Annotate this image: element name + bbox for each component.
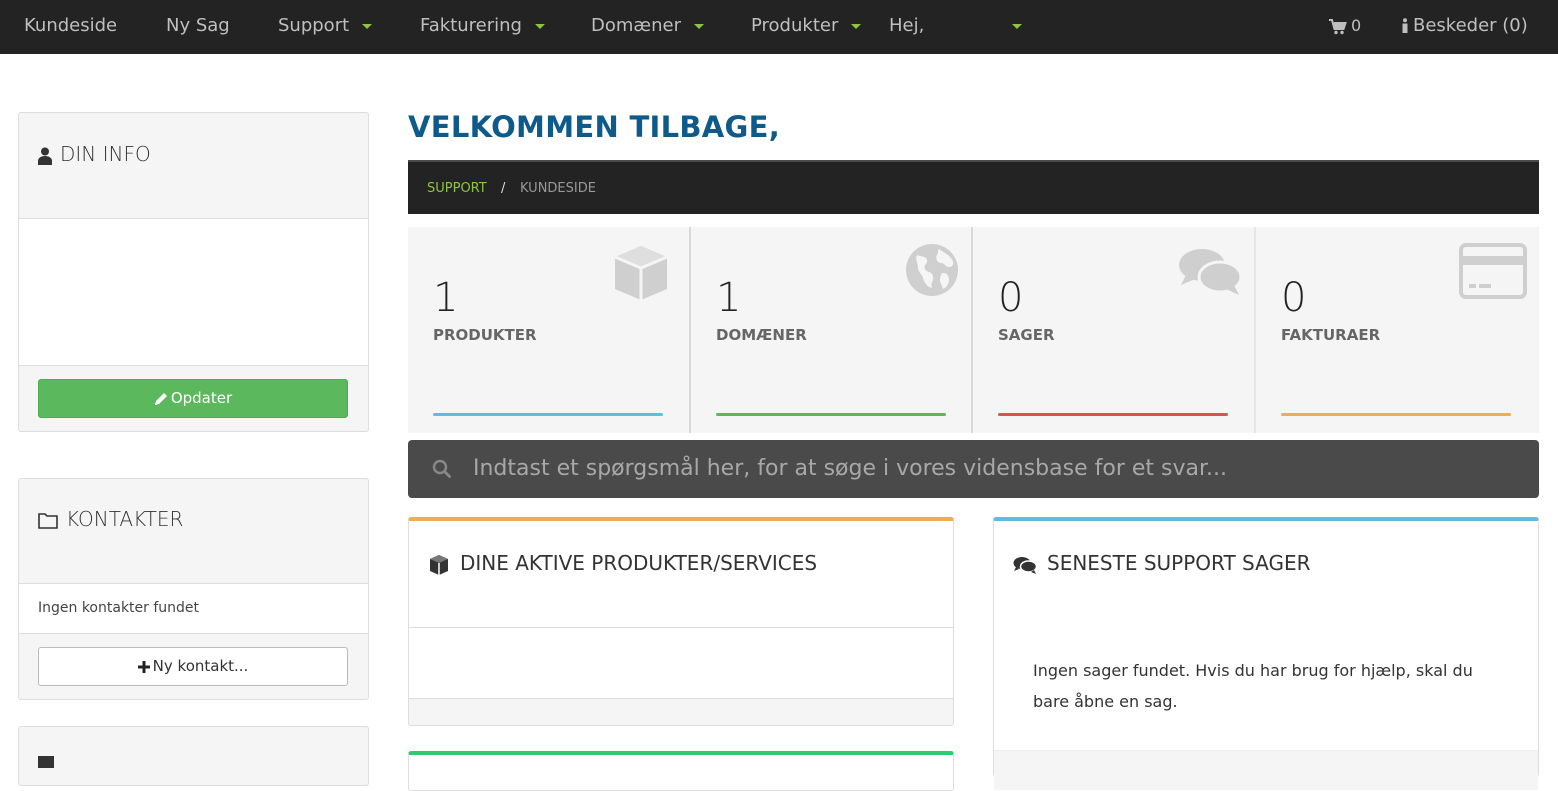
nav-billing-label: Fakturering (420, 15, 522, 36)
contacts-panel-header: KONTAKTER (38, 507, 387, 531)
recent-tickets-footer (994, 750, 1538, 790)
active-products-title: DINE AKTIVE PRODUKTER/SERVICES (460, 551, 818, 575)
nav-products-label: Produkter (751, 15, 839, 36)
nav-new-ticket[interactable]: Ny Sag (166, 0, 230, 54)
cart-count: 0 (1351, 16, 1362, 35)
knowledgebase-search[interactable]: Indtast et spørgsmål her, for at søge i … (408, 440, 1539, 498)
invoices-bar (1281, 413, 1511, 416)
nav-home[interactable]: Kundeside (24, 0, 117, 54)
domains-count: 1 (716, 275, 742, 321)
recent-tickets-card: SENESTE SUPPORT SAGER Ingen sager fundet… (993, 517, 1539, 790)
active-products-card-header: DINE AKTIVE PRODUKTER/SERVICES (428, 551, 817, 576)
tickets-bar (998, 413, 1228, 416)
info-icon (1402, 18, 1408, 33)
invoices-label: FAKTURAER (1281, 326, 1381, 344)
tickets-count: 0 (998, 275, 1024, 321)
chevron-down-icon (362, 23, 373, 29)
nav-support-label: Support (278, 15, 350, 36)
info-panel-header: DIN INFO (38, 142, 387, 166)
domains-bar (716, 413, 946, 416)
breadcrumb-separator: / (501, 181, 506, 196)
contacts-panel: KONTAKTER Ingen kontakter fundet Ny kont… (18, 478, 369, 700)
nav-messages[interactable]: Beskeder (0) (1401, 0, 1528, 54)
active-products-list (409, 627, 953, 699)
search-icon (432, 459, 451, 478)
new-contact-button-label: Ny kontakt... (152, 657, 249, 675)
invoices-count: 0 (1281, 275, 1307, 321)
cube-icon (614, 246, 668, 300)
active-products-card: DINE AKTIVE PRODUKTER/SERVICES (408, 517, 954, 726)
tile-invoices[interactable]: 0 FAKTURAER (1256, 227, 1539, 433)
search-input[interactable]: Indtast et spørgsmål her, for at søge i … (473, 440, 1227, 498)
nav-support[interactable]: Support (278, 0, 373, 54)
page-title: VELKOMMEN TILBAGE, (408, 110, 781, 144)
products-count: 1 (433, 275, 459, 321)
folder-icon (38, 513, 58, 529)
nav-products[interactable]: Produkter (751, 0, 862, 54)
tickets-label: SAGER (998, 326, 1055, 344)
update-button[interactable]: Opdater (38, 379, 348, 418)
contacts-panel-body: Ingen kontakter fundet (19, 583, 368, 634)
comments-icon (1179, 249, 1242, 295)
update-button-label: Opdater (170, 389, 233, 407)
third-panel (18, 726, 369, 786)
chevron-down-icon (534, 23, 545, 29)
nav-cart[interactable]: 0 (1329, 0, 1361, 54)
nav-domains[interactable]: Domæner (591, 0, 704, 54)
no-tickets-text: Ingen sager fundet. Hvis du har brug for… (1033, 661, 1473, 711)
products-bar (433, 413, 663, 416)
nav-billing[interactable]: Fakturering (420, 0, 545, 54)
domains-label: DOMÆNER (716, 326, 807, 344)
credit-card-icon (1459, 243, 1527, 299)
comments-icon (1013, 556, 1037, 574)
globe-icon (906, 244, 958, 296)
nav-account[interactable]: Hej, (889, 0, 1023, 54)
cart-icon (1329, 18, 1347, 34)
panel-icon (38, 756, 54, 768)
no-contacts-text: Ingen kontakter fundet (38, 600, 200, 616)
chevron-down-icon (1012, 23, 1023, 29)
nav-domains-label: Domæner (591, 15, 681, 36)
plus-icon (137, 660, 150, 673)
top-navbar: Kundeside Ny Sag Support Fakturering Dom… (0, 0, 1558, 54)
user-icon (38, 147, 52, 165)
messages-label: Beskeder (0) (1413, 15, 1528, 36)
recent-tickets-title: SENESTE SUPPORT SAGER (1047, 551, 1311, 575)
tile-products[interactable]: 1 PRODUKTER (408, 227, 689, 433)
chevron-down-icon (851, 23, 862, 29)
tile-domains[interactable]: 1 DOMÆNER (691, 227, 972, 433)
tile-tickets[interactable]: 0 SAGER (973, 227, 1255, 433)
breadcrumb-support-link[interactable]: SUPPORT (427, 162, 487, 216)
pencil-icon (154, 392, 167, 405)
breadcrumb: SUPPORT / KUNDESIDE (408, 160, 1539, 214)
recent-tickets-card-header: SENESTE SUPPORT SAGER (1013, 551, 1310, 575)
breadcrumb-current: KUNDESIDE (520, 181, 596, 196)
products-label: PRODUKTER (433, 326, 537, 344)
third-card (408, 751, 954, 791)
cube-icon (430, 554, 448, 575)
new-contact-button[interactable]: Ny kontakt... (38, 647, 348, 686)
chevron-down-icon (693, 23, 704, 29)
contacts-panel-title: KONTAKTER (66, 507, 184, 531)
nav-greeting: Hej, (889, 15, 925, 36)
info-panel-title: DIN INFO (60, 142, 151, 166)
info-panel: DIN INFO Opdater (18, 112, 369, 432)
info-panel-body (19, 218, 368, 366)
